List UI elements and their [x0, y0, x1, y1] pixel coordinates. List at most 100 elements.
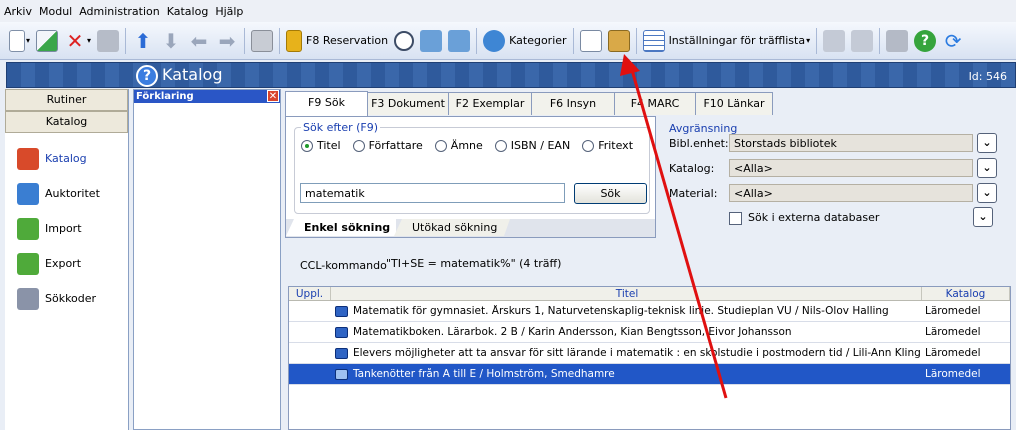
nav-item-katalog[interactable]: Katalog — [5, 141, 128, 176]
material-field[interactable]: <Alla> — [729, 184, 973, 202]
extern-checkbox[interactable] — [729, 212, 742, 225]
kategorier-button[interactable]: Kategorier — [480, 26, 569, 56]
table-row[interactable]: Elevers möjligheter att ta ansvar för si… — [289, 343, 1010, 364]
column-header-uppl[interactable]: Uppl. — [289, 287, 331, 300]
row-title: Matematikboken. Lärarbok. 2 B / Karin An… — [353, 326, 792, 338]
ccl-value: "TI+SE = matematik%" (4 träff) — [386, 257, 562, 270]
toolbar-separator — [476, 27, 478, 54]
sort-left-button[interactable] — [820, 26, 848, 56]
basket-add-icon — [420, 29, 443, 52]
search-legend: Sök efter (F9) — [301, 121, 381, 134]
move-right-button[interactable]: ➡ — [213, 26, 241, 56]
material-row: Material: <Alla> ⌄ — [669, 183, 997, 203]
authority-icon — [17, 182, 39, 205]
row-katalog: Läromedel — [925, 347, 981, 359]
chevron-down-icon[interactable]: ⌄ — [977, 158, 997, 178]
help-circle-icon[interactable]: ? — [136, 65, 158, 87]
paste-button[interactable] — [605, 26, 633, 56]
history-button[interactable] — [391, 26, 417, 56]
copy-button[interactable] — [577, 26, 605, 56]
basket-add-button[interactable] — [417, 26, 445, 56]
nav-item-sokkoder[interactable]: Sökkoder — [5, 281, 128, 316]
radio-titel[interactable]: Titel — [301, 139, 341, 152]
edit-button[interactable] — [33, 26, 61, 56]
subtab-utokad-sokning[interactable]: Utökad sökning — [394, 219, 510, 236]
close-icon[interactable]: ✕ — [267, 90, 279, 102]
row-katalog: Läromedel — [925, 326, 981, 338]
help-icon: ? — [914, 29, 937, 52]
tab-f10-lankar[interactable]: F10 Länkar — [695, 92, 773, 115]
left-navigation: Rutiner Katalog Katalog Auktoritet Impor… — [5, 89, 129, 430]
save-icon — [97, 29, 120, 52]
record-id: Id: 546 — [968, 70, 1007, 83]
row-katalog: Läromedel — [925, 305, 981, 317]
radio-amne[interactable]: Ämne — [434, 139, 483, 152]
help-button[interactable]: ? — [911, 26, 939, 56]
bibl-enhet-field[interactable]: Storstads bibliotek — [729, 134, 973, 152]
search-mode-tabs: Enkel sökning Utökad sökning — [286, 219, 655, 237]
chevron-down-icon[interactable]: ⌄ — [977, 133, 997, 153]
move-left-button[interactable]: ⬅ — [185, 26, 213, 56]
basket-button[interactable] — [445, 26, 473, 56]
column-header-katalog[interactable]: Katalog — [922, 287, 1010, 300]
katalog-field[interactable]: <Alla> — [729, 159, 973, 177]
lock-icon — [286, 29, 303, 52]
copy-icon — [579, 29, 602, 52]
column-header-titel[interactable]: Titel — [331, 287, 922, 300]
toolbar-separator — [279, 27, 281, 54]
delete-button[interactable]: ✕ ▾ — [61, 26, 94, 56]
move-down-button[interactable]: ⬇ — [157, 26, 185, 56]
nav-item-import[interactable]: Import — [5, 211, 128, 246]
search-button[interactable]: Sök — [574, 183, 647, 204]
tab-f3-dokument[interactable]: F3 Dokument — [367, 92, 449, 115]
tab-f9-sok[interactable]: F9 Sök — [285, 91, 368, 116]
chevron-down-icon[interactable]: ⌄ — [977, 183, 997, 203]
nav-button-rutiner[interactable]: Rutiner — [5, 89, 128, 111]
nav-item-auktoritet[interactable]: Auktoritet — [5, 176, 128, 211]
refresh-button[interactable]: ⟳ — [939, 26, 967, 56]
radio-fritext[interactable]: Fritext — [582, 139, 633, 152]
row-title: Elevers möjligheter att ta ansvar för si… — [353, 347, 922, 359]
toolbar-separator — [816, 27, 818, 54]
subtab-enkel-sokning[interactable]: Enkel sökning — [286, 219, 396, 236]
book-icon — [334, 326, 348, 338]
chevron-down-icon[interactable]: ⌄ — [973, 207, 993, 227]
installningar-button[interactable]: Inställningar för träfflista ▾ — [640, 26, 814, 56]
clock-dropdown-icon — [394, 30, 415, 51]
tab-f2-exemplar[interactable]: F2 Exemplar — [448, 92, 532, 115]
tab-f6-insyn[interactable]: F6 Insyn — [531, 92, 615, 115]
table-row[interactable]: Matematik för gymnasiet. Årskurs 1, Natu… — [289, 301, 1010, 322]
menu-administration[interactable]: Administration — [79, 5, 160, 18]
table-row[interactable]: Matematikboken. Lärarbok. 2 B / Karin An… — [289, 322, 1010, 343]
menu-katalog[interactable]: Katalog — [167, 5, 209, 18]
arrow-up-icon: ⬆ — [134, 28, 152, 53]
result-table: Uppl. Titel Katalog Matematik för gymnas… — [288, 286, 1011, 430]
radio-forfattare[interactable]: Författare — [352, 139, 423, 152]
book-icon — [334, 305, 348, 317]
clipboard-icon — [607, 29, 630, 52]
menu-hjalp[interactable]: Hjälp — [215, 5, 243, 18]
extern-row: ⌄ — [973, 207, 993, 227]
save-button[interactable] — [94, 26, 122, 56]
reservation-button[interactable]: F8 Reservation — [283, 26, 391, 56]
extern-label: Sök i externa databaser — [748, 211, 880, 224]
search-input[interactable] — [300, 183, 565, 203]
print-button[interactable] — [248, 26, 276, 56]
tools-button[interactable] — [883, 26, 911, 56]
forklaring-panel: Förklaring ✕ — [133, 89, 281, 430]
move-up-button[interactable]: ⬆ — [129, 26, 157, 56]
menu-arkiv[interactable]: Arkiv — [4, 5, 32, 18]
arrow-left-icon: ⬅ — [190, 28, 208, 53]
nav-item-export[interactable]: Export — [5, 246, 128, 281]
nav-button-katalog[interactable]: Katalog — [5, 111, 128, 133]
radio-isbn-ean[interactable]: ISBN / EAN — [494, 139, 570, 152]
import-icon — [17, 217, 39, 240]
tab-f4-marc[interactable]: F4 MARC — [614, 92, 696, 115]
table-row-selected[interactable]: Tankenötter från A till E / Holmström, S… — [289, 364, 1010, 385]
toolbar-separator — [125, 27, 127, 54]
menu-modul[interactable]: Modul — [39, 5, 72, 18]
new-button[interactable]: ▾ — [6, 26, 33, 56]
toolbar-separator — [572, 27, 574, 54]
avgransning-group: Avgränsning Bibl.enhet: Storstads biblio… — [663, 116, 1003, 246]
sort-right-button[interactable] — [848, 26, 876, 56]
